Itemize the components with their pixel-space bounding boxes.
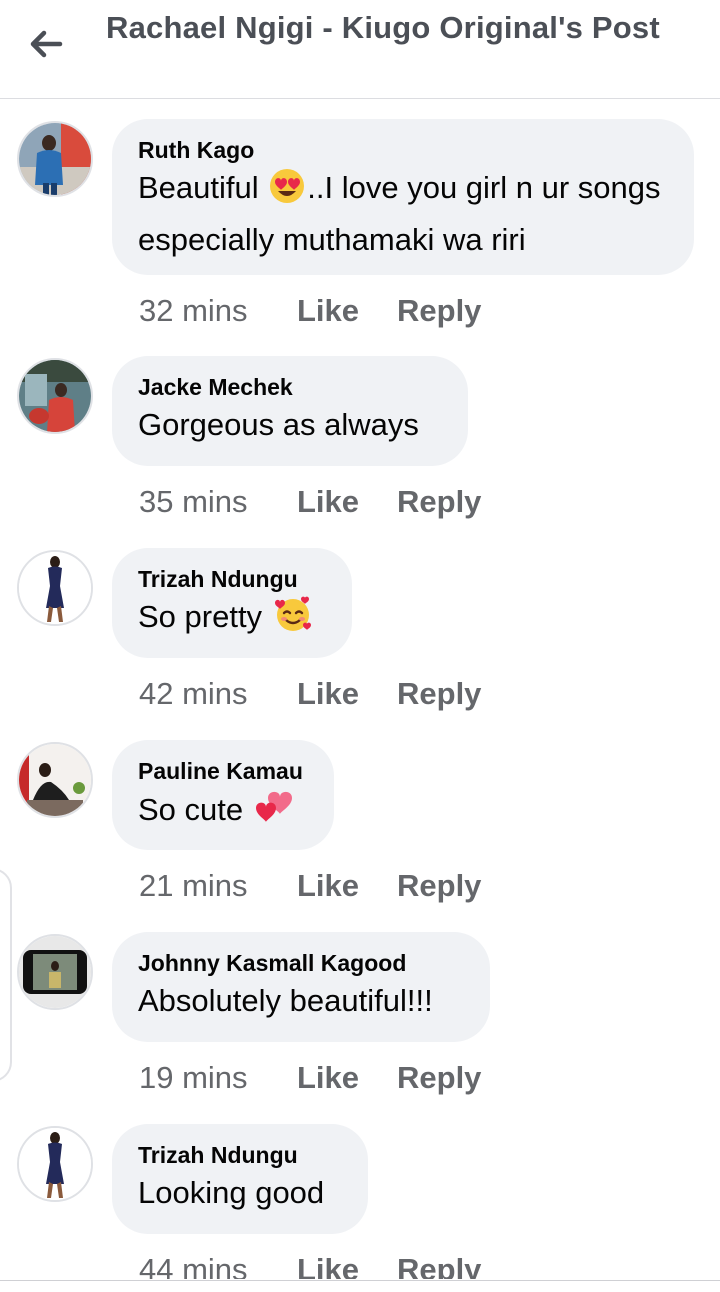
comment-actions: 32 mins Like Reply <box>139 291 481 331</box>
comment-bubble[interactable]: Ruth Kago Beautiful ..I love you girl n … <box>112 119 694 275</box>
comment-author[interactable]: Trizah Ndungu <box>138 1140 342 1170</box>
comment-bubble[interactable]: Trizah Ndungu So pretty <box>112 548 352 658</box>
comment-time[interactable]: 19 mins <box>139 1058 297 1098</box>
comment-time[interactable]: 44 mins <box>139 1250 297 1279</box>
comment-actions: 44 mins Like Reply <box>139 1250 481 1279</box>
smiling-face-with-hearts-icon <box>273 595 313 646</box>
comment-bubble[interactable]: Pauline Kamau So cute <box>112 740 334 850</box>
reply-button[interactable]: Reply <box>397 1250 481 1279</box>
app-header: Rachael Ngigi - Kiugo Original's Post <box>0 0 720 99</box>
like-button[interactable]: Like <box>297 1058 397 1098</box>
avatar[interactable] <box>17 550 93 626</box>
avatar[interactable] <box>17 121 93 197</box>
comment-bubble[interactable]: Jacke Mechek Gorgeous as always <box>112 356 468 466</box>
bottom-divider <box>0 1280 720 1281</box>
reply-button[interactable]: Reply <box>397 674 481 714</box>
avatar[interactable] <box>17 934 93 1010</box>
comment-text: Gorgeous as always <box>138 407 419 442</box>
comment-bubble[interactable]: Trizah Ndungu Looking good <box>112 1124 368 1234</box>
comment-author[interactable]: Trizah Ndungu <box>138 564 326 594</box>
comment-time[interactable]: 21 mins <box>139 866 297 906</box>
side-drawer-handle[interactable] <box>0 868 12 1082</box>
reply-button[interactable]: Reply <box>397 866 481 906</box>
comment-text: Absolutely beautiful!!! <box>138 983 433 1018</box>
comment-actions: 42 mins Like Reply <box>139 674 481 714</box>
like-button[interactable]: Like <box>297 291 397 331</box>
comment-actions: 35 mins Like Reply <box>139 482 481 522</box>
heart-eyes-icon <box>269 168 305 217</box>
comment-time[interactable]: 35 mins <box>139 482 297 522</box>
comment-actions: 21 mins Like Reply <box>139 866 481 906</box>
two-hearts-icon <box>254 786 296 839</box>
comment-text: So pretty <box>138 594 326 646</box>
reply-button[interactable]: Reply <box>397 1058 481 1098</box>
comment-bubble[interactable]: Johnny Kasmall Kagood Absolutely beautif… <box>112 932 490 1042</box>
avatar[interactable] <box>17 358 93 434</box>
arrow-left-icon <box>30 30 63 58</box>
like-button[interactable]: Like <box>297 482 397 522</box>
comment-time[interactable]: 32 mins <box>139 291 297 331</box>
comment-time[interactable]: 42 mins <box>139 674 297 714</box>
comment-text-part: So pretty <box>138 599 271 634</box>
reply-button[interactable]: Reply <box>397 291 481 331</box>
comment-text: So cute <box>138 786 308 839</box>
comment-actions: 19 mins Like Reply <box>139 1058 481 1098</box>
like-button[interactable]: Like <box>297 866 397 906</box>
back-button[interactable] <box>22 24 70 64</box>
reply-button[interactable]: Reply <box>397 482 481 522</box>
like-button[interactable]: Like <box>297 674 397 714</box>
comment-list[interactable]: Ruth Kago Beautiful ..I love you girl n … <box>0 99 720 1279</box>
comment-author[interactable]: Ruth Kago <box>138 135 668 165</box>
comment-author[interactable]: Jacke Mechek <box>138 372 442 402</box>
comment-text-part: Beautiful <box>138 170 268 205</box>
page-title: Rachael Ngigi - Kiugo Original's Post <box>106 10 660 45</box>
avatar[interactable] <box>17 1126 93 1202</box>
like-button[interactable]: Like <box>297 1250 397 1279</box>
comment-text: Looking good <box>138 1175 325 1210</box>
avatar[interactable] <box>17 742 93 818</box>
comment-text: Beautiful ..I love you girl n ur songs e… <box>138 165 668 263</box>
comment-author[interactable]: Johnny Kasmall Kagood <box>138 948 464 978</box>
comment-text-part: So cute <box>138 792 252 827</box>
comment-author[interactable]: Pauline Kamau <box>138 756 308 786</box>
